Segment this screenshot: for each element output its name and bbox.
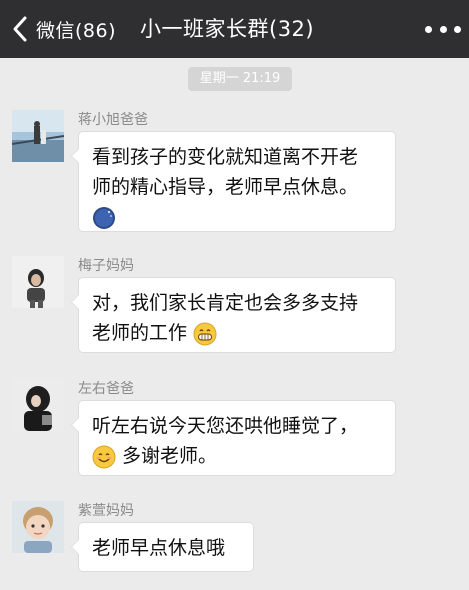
message-text: 对，我们家长肯定也会多多支持 xyxy=(92,292,359,314)
message-text: 老师的工作 xyxy=(92,322,188,344)
message-bubble[interactable]: 看到孩子的变化就知道离不开老 师的精心指导，老师早点休息。 xyxy=(71,131,396,232)
avatar[interactable] xyxy=(12,110,64,162)
message-text: 老师早点休息哦 xyxy=(92,537,226,559)
message-text: 多谢老师。 xyxy=(122,445,218,467)
moon-emoji-icon xyxy=(93,206,115,229)
sender-name: 蒋小旭爸爸 xyxy=(78,112,148,128)
sender-name: 紫萱妈妈 xyxy=(78,503,134,519)
more-options-icon[interactable] xyxy=(425,16,461,42)
chat-title: 小一班家长群(32) xyxy=(140,17,315,41)
message-text: 师的精心指导，老师早点休息。 xyxy=(92,176,359,198)
timestamp-badge: 星期一 21:19 xyxy=(188,67,292,91)
chevron-left-icon xyxy=(13,16,27,42)
avatar[interactable] xyxy=(12,379,64,431)
sender-name: 梅子妈妈 xyxy=(78,258,134,274)
back-button[interactable]: 微信(86) xyxy=(10,14,116,44)
grinning-emoji-icon xyxy=(193,322,217,345)
message-bubble[interactable]: 对，我们家长肯定也会多多支持 老师的工作 xyxy=(71,277,396,353)
avatar[interactable] xyxy=(12,256,64,308)
message-text: 看到孩子的变化就知道离不开老 xyxy=(92,146,359,168)
smiling-emoji-icon xyxy=(92,445,116,468)
message-bubble[interactable]: 听左右说今天您还哄他睡觉了， 多谢老师。 xyxy=(71,400,396,476)
chat-header: 微信(86) 小一班家长群(32) xyxy=(0,0,469,58)
sender-name: 左右爸爸 xyxy=(78,381,134,397)
avatar[interactable] xyxy=(12,501,64,553)
message-bubble[interactable]: 老师早点休息哦 xyxy=(71,522,254,572)
message-text: 听左右说今天您还哄他睡觉了， xyxy=(92,415,359,437)
back-label: 微信(86) xyxy=(36,19,117,42)
